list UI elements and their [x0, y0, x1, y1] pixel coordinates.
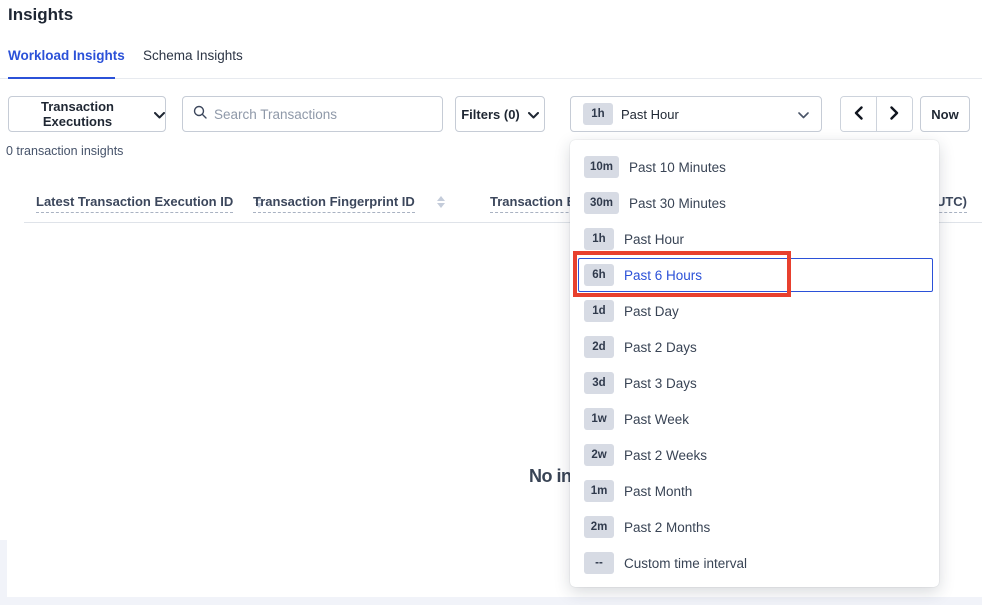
- time-option-past-hour[interactable]: 1h Past Hour: [578, 221, 933, 257]
- time-option-badge: 1m: [584, 480, 614, 502]
- search-box[interactable]: [182, 96, 443, 132]
- sort-carets-icon: [437, 196, 445, 208]
- time-option-custom-time-interval[interactable]: -- Custom time interval: [578, 545, 933, 581]
- time-option-past-month[interactable]: 1m Past Month: [578, 473, 933, 509]
- active-tab-underline: [8, 77, 115, 79]
- time-option-badge: 6h: [584, 264, 614, 286]
- time-next-button[interactable]: [877, 97, 912, 131]
- time-option-past-day[interactable]: 1d Past Day: [578, 293, 933, 329]
- chevron-left-icon: [854, 106, 863, 123]
- page-background-strip-bottom: [0, 597, 982, 605]
- insights-count: 0 transaction insights: [6, 144, 123, 158]
- tab-workload-insights[interactable]: Workload Insights: [8, 48, 125, 63]
- chevron-right-icon: [890, 106, 899, 123]
- page-title: Insights: [8, 5, 73, 25]
- search-input[interactable]: [214, 107, 432, 122]
- chevron-down-icon: [154, 107, 165, 122]
- time-nav-group: [840, 96, 913, 132]
- tab-schema-insights[interactable]: Schema Insights: [143, 48, 243, 63]
- insights-page: Insights Workload Insights Schema Insigh…: [0, 0, 982, 605]
- time-option-past-10-minutes[interactable]: 10m Past 10 Minutes: [578, 149, 933, 185]
- time-option-past-2-days[interactable]: 2d Past 2 Days: [578, 329, 933, 365]
- column-header-latest-transaction-execution-id[interactable]: Latest Transaction Execution ID: [36, 194, 263, 213]
- tab-label: Schema Insights: [143, 48, 243, 63]
- entity-select-label: Transaction Executions: [9, 99, 146, 129]
- entity-select-button[interactable]: Transaction Executions: [8, 96, 166, 132]
- time-option-past-6-hours[interactable]: 6h Past 6 Hours: [578, 258, 933, 292]
- column-header-transaction-fingerprint-id[interactable]: Transaction Fingerprint ID: [253, 194, 445, 213]
- time-option-badge: 1w: [584, 408, 614, 430]
- time-option-badge: 2d: [584, 336, 614, 358]
- time-option-past-2-weeks[interactable]: 2w Past 2 Weeks: [578, 437, 933, 473]
- now-button[interactable]: Now: [920, 96, 970, 132]
- page-background-strip-left: [0, 540, 7, 605]
- time-option-badge: 2m: [584, 516, 614, 538]
- time-option-badge: --: [584, 552, 614, 574]
- time-range-badge: 1h: [583, 103, 613, 125]
- time-option-badge: 10m: [584, 156, 619, 178]
- search-icon: [193, 105, 207, 124]
- now-label: Now: [931, 107, 958, 122]
- time-option-past-30-minutes[interactable]: 30m Past 30 Minutes: [578, 185, 933, 221]
- time-range-label: Past Hour: [621, 107, 679, 122]
- filters-label: Filters (0): [461, 107, 520, 122]
- tab-label: Workload Insights: [8, 48, 125, 63]
- time-range-button[interactable]: 1h Past Hour: [570, 96, 822, 132]
- tab-bar: Workload Insights Schema Insights: [0, 46, 982, 79]
- time-option-past-2-months[interactable]: 2m Past 2 Months: [578, 509, 933, 545]
- time-option-badge: 1d: [584, 300, 614, 322]
- time-option-past-3-days[interactable]: 3d Past 3 Days: [578, 365, 933, 401]
- filters-button[interactable]: Filters (0): [455, 96, 545, 132]
- time-option-past-week[interactable]: 1w Past Week: [578, 401, 933, 437]
- time-option-badge: 3d: [584, 372, 614, 394]
- chevron-down-icon: [528, 107, 539, 122]
- time-range-dropdown-menu: 10m Past 10 Minutes 30m Past 30 Minutes …: [570, 140, 939, 587]
- time-option-badge: 2w: [584, 444, 614, 466]
- time-option-badge: 1h: [584, 228, 614, 250]
- time-prev-button[interactable]: [841, 97, 877, 131]
- time-option-badge: 30m: [584, 192, 619, 214]
- chevron-down-icon: [798, 107, 809, 122]
